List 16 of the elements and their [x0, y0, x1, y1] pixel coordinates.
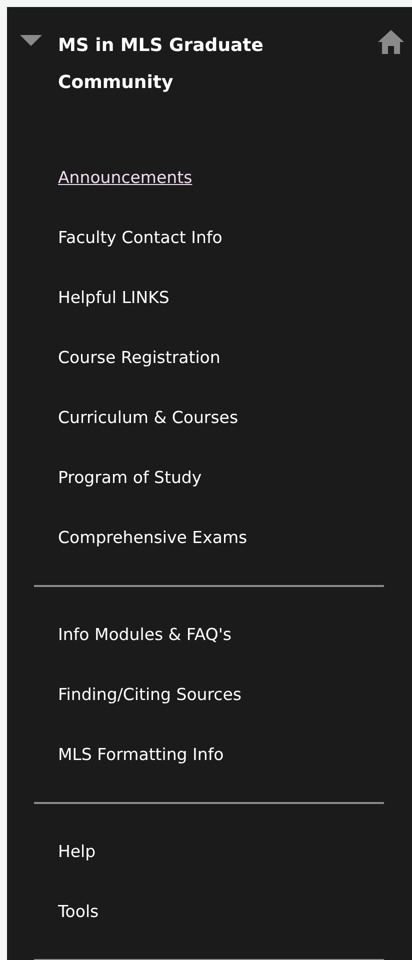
menu-link[interactable]: Announcements [58, 148, 192, 208]
home-icon[interactable] [376, 28, 406, 56]
caret-down-icon [20, 35, 42, 47]
menu-link[interactable]: MLS Formatting Info [58, 725, 224, 785]
menu-link[interactable]: Faculty Contact Info [58, 208, 222, 268]
menu-link[interactable]: Helpful LINKS [58, 268, 170, 328]
menu-link[interactable]: Course Registration [58, 328, 220, 388]
menu-link[interactable]: Comprehensive Exams [58, 508, 248, 568]
course-title: MS in MLS Graduate Community [58, 34, 264, 95]
collapse-toggle[interactable] [20, 35, 42, 49]
menu-link[interactable]: Help [58, 822, 96, 882]
menu-link[interactable]: Finding/Citing Sources [58, 665, 242, 725]
menu-link[interactable]: Program of Study [58, 448, 202, 508]
menu-link[interactable]: Curriculum & Courses [58, 388, 238, 448]
menu-link[interactable]: Info Modules & FAQ's [58, 605, 232, 665]
menu-link[interactable]: Tools [58, 882, 99, 942]
